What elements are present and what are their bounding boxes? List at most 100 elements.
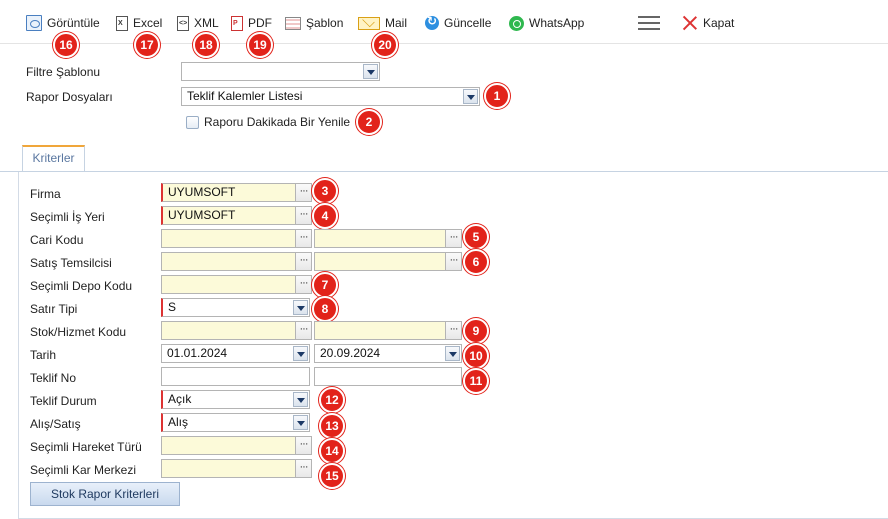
auto-refresh-checkbox[interactable] [186,116,199,129]
refresh-icon [425,14,439,30]
close-icon [682,15,698,31]
badge-4: 4 [312,203,338,229]
teklif-no-to-input[interactable] [314,367,462,386]
stok-label: Stok/Hizmet Kodu [30,325,127,339]
tarih-from-value: 01.01.2024 [167,346,228,360]
hareket-input[interactable] [161,436,296,455]
badge-18: 18 [193,32,219,58]
temsilci-to-input[interactable] [314,252,446,271]
mail-label: Mail [385,16,408,30]
tab-kriterler[interactable]: Kriterler [22,145,85,172]
badge-10: 10 [463,343,489,369]
xml-button[interactable]: XML [177,14,219,32]
filter-template-select[interactable] [181,62,380,81]
alis-satis-label: Alış/Satış [30,417,81,431]
cari-from-input[interactable] [161,229,296,248]
isyeri-label: Seçimli İş Yeri [30,210,105,224]
menu-button[interactable] [638,14,660,32]
view-button[interactable]: Görüntüle [26,14,100,32]
isyeri-input[interactable]: UYUMSOFT [161,206,296,225]
excel-icon [116,15,128,31]
badge-19: 19 [247,32,273,58]
view-icon [26,15,42,31]
calendar-dropdown-icon[interactable] [293,346,308,361]
whatsapp-button[interactable]: WhatsApp [509,14,584,32]
badge-12: 12 [319,387,345,413]
isyeri-lookup-button[interactable]: ··· [295,206,312,225]
calendar-dropdown-icon[interactable] [445,346,460,361]
refresh-button[interactable]: Güncelle [425,14,491,32]
report-files-value: Teklif Kalemler Listesi [187,89,303,103]
temsilci-to-lookup-button[interactable]: ··· [445,252,462,271]
badge-17: 17 [134,32,160,58]
depo-label: Seçimli Depo Kodu [30,279,133,293]
hareket-lookup-button[interactable]: ··· [295,436,312,455]
chevron-down-icon[interactable] [463,89,478,104]
pdf-button[interactable]: PDF [231,14,272,32]
close-label: Kapat [703,16,735,30]
pdf-icon [231,15,243,31]
whatsapp-icon [509,15,524,31]
badge-8: 8 [312,296,338,322]
stok-to-input[interactable] [314,321,446,340]
template-label: Şablon [306,16,344,30]
cari-label: Cari Kodu [30,233,84,247]
badge-16: 16 [53,32,79,58]
badge-14: 14 [319,438,345,464]
stok-from-input[interactable] [161,321,296,340]
temsilci-from-input[interactable] [161,252,296,271]
refresh-label: Güncelle [444,16,492,30]
alis-satis-value: Alış [168,415,189,429]
badge-15: 15 [319,463,345,489]
stok-from-lookup-button[interactable]: ··· [295,321,312,340]
chevron-down-icon[interactable] [293,392,308,407]
stok-report-criteria-button[interactable]: Stok Rapor Kriterleri [30,482,180,506]
tarih-from-date[interactable]: 01.01.2024 [161,344,310,363]
auto-refresh-label: Raporu Dakikada Bir Yenile [204,115,351,129]
excel-button[interactable]: Excel [116,14,162,32]
chevron-down-icon[interactable] [293,300,308,315]
badge-3: 3 [312,178,338,204]
teklif-no-label: Teklif No [30,371,77,385]
alis-satis-select[interactable]: Alış [161,413,310,432]
mail-icon [358,16,380,30]
toolbar: Görüntüle Excel XML PDF Şablon Mail Günc… [0,0,888,44]
badge-11: 11 [463,368,489,394]
badge-7: 7 [312,272,338,298]
badge-2: 2 [356,109,382,135]
firma-input[interactable]: UYUMSOFT [161,183,296,202]
firma-lookup-button[interactable]: ··· [295,183,312,202]
pdf-label: PDF [248,16,272,30]
kar-merkezi-lookup-button[interactable]: ··· [295,459,312,478]
badge-6: 6 [463,249,489,275]
kar-merkezi-input[interactable] [161,459,296,478]
xml-label: XML [194,16,219,30]
excel-label: Excel [133,16,163,30]
badge-5: 5 [463,224,489,250]
chevron-down-icon[interactable] [363,64,378,79]
cari-to-lookup-button[interactable]: ··· [445,229,462,248]
depo-input[interactable] [161,275,296,294]
report-files-select[interactable]: Teklif Kalemler Listesi [181,87,480,106]
teklif-no-from-input[interactable] [161,367,310,386]
satir-tipi-value: S [168,300,177,314]
tarih-to-date[interactable]: 20.09.2024 [314,344,462,363]
badge-1: 1 [484,83,510,109]
template-icon [285,16,301,30]
cari-to-input[interactable] [314,229,446,248]
kar-merkezi-label: Seçimli Kar Merkezi [30,463,137,477]
close-button[interactable]: Kapat [682,14,734,32]
xml-icon [177,15,189,31]
satir-tipi-label: Satır Tipi [30,302,78,316]
stok-to-lookup-button[interactable]: ··· [445,321,462,340]
template-button[interactable]: Şablon [285,14,343,32]
chevron-down-icon[interactable] [293,415,308,430]
mail-button[interactable]: Mail [358,14,407,32]
tarih-label: Tarih [30,348,57,362]
satir-tipi-select[interactable]: S [161,298,310,317]
depo-lookup-button[interactable]: ··· [295,275,312,294]
teklif-durum-select[interactable]: Açık [161,390,310,409]
temsilci-from-lookup-button[interactable]: ··· [295,252,312,271]
teklif-durum-value: Açık [168,392,192,406]
cari-from-lookup-button[interactable]: ··· [295,229,312,248]
